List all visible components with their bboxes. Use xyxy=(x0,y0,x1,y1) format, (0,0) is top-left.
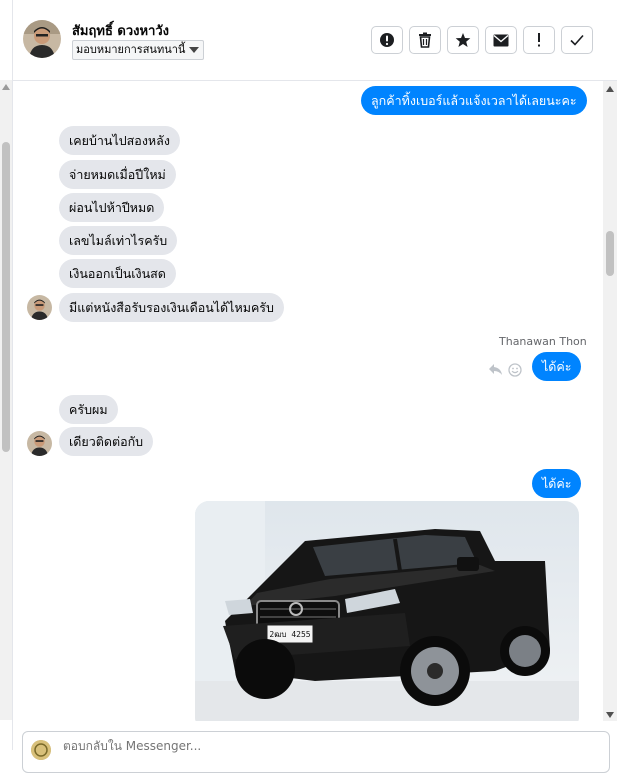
outer-scrollbar[interactable] xyxy=(0,80,12,720)
message-incoming[interactable]: เงินออกเป็นเงินสด xyxy=(59,259,176,288)
header-actions xyxy=(371,26,593,54)
message-incoming[interactable]: เคยบ้านไปสองหลัง xyxy=(59,126,180,155)
mark-spam-button[interactable] xyxy=(371,26,403,54)
image-attachment[interactable]: 2ฒบ 4255 xyxy=(195,501,579,721)
star-icon xyxy=(455,33,471,47)
reply-composer[interactable] xyxy=(22,731,610,773)
assign-conversation-label: มอบหมายการสนทนานี้ xyxy=(76,43,186,56)
message-incoming[interactable]: เลขไมล์เท่าไรครับ xyxy=(59,226,178,255)
assign-conversation-dropdown[interactable]: มอบหมายการสนทนานี้ xyxy=(72,40,205,60)
message-outgoing[interactable]: ลูกค้าทิ้งเบอร์แล้วแจ้งเวลาได้เลยนะคะ xyxy=(361,86,587,115)
contact-avatar-small xyxy=(27,295,52,320)
thread-scrollbar-thumb[interactable] xyxy=(606,231,614,276)
sender-name: Thanawan Thon xyxy=(499,335,587,348)
mark-unread-button[interactable] xyxy=(485,26,517,54)
chevron-down-icon xyxy=(189,47,200,53)
emoji-reaction-icon[interactable] xyxy=(508,363,522,377)
alert-circle-icon xyxy=(380,33,394,47)
contact-name: สัมฤทธิ์ ดวงหาวัง xyxy=(72,24,170,39)
message-incoming[interactable]: เดียวติดต่อกับ xyxy=(59,427,154,456)
follow-up-button[interactable] xyxy=(523,26,555,54)
mark-done-button[interactable] xyxy=(561,26,593,54)
reply-input[interactable] xyxy=(61,738,465,754)
star-button[interactable] xyxy=(447,26,479,54)
message-incoming[interactable]: ผ่อนไปห้าปีหมด xyxy=(59,193,165,222)
contact-avatar[interactable] xyxy=(23,20,61,58)
message-thread[interactable]: ลูกค้าทิ้งเบอร์แล้วแจ้งเวลาได้เลยนะคะ เค… xyxy=(13,81,603,721)
delete-button[interactable] xyxy=(409,26,441,54)
scroll-up-arrow-icon[interactable] xyxy=(2,84,10,90)
envelope-icon xyxy=(493,34,509,46)
message-incoming[interactable]: จ่ายหมดเมื่อปีใหม่ xyxy=(59,160,176,189)
conversation-header: สัมฤทธิ์ ดวงหาวัง มอบหมายการสนทนานี้ xyxy=(13,0,617,81)
page-avatar xyxy=(31,740,51,760)
checkmark-icon xyxy=(570,34,584,46)
scroll-down-arrow-icon[interactable] xyxy=(606,712,614,718)
message-incoming[interactable]: ครับผม xyxy=(59,395,118,424)
scroll-up-arrow-icon[interactable] xyxy=(606,86,614,92)
reply-icon[interactable] xyxy=(488,363,503,376)
exclamation-icon xyxy=(538,33,540,47)
message-outgoing[interactable]: ได้ค่ะ xyxy=(532,469,582,498)
pickup-truck-photo xyxy=(195,501,579,721)
message-incoming[interactable]: มีแต่หนังสือรับรองเงินเดือนได้ไหมครับ xyxy=(59,293,284,322)
message-outgoing[interactable]: ได้ค่ะ xyxy=(532,352,582,381)
license-plate-text: 2ฒบ 4255 xyxy=(269,630,311,639)
thread-scrollbar[interactable] xyxy=(603,81,617,721)
contact-avatar-small xyxy=(27,431,52,456)
outer-scrollbar-thumb[interactable] xyxy=(2,142,10,452)
trash-icon xyxy=(419,32,431,48)
